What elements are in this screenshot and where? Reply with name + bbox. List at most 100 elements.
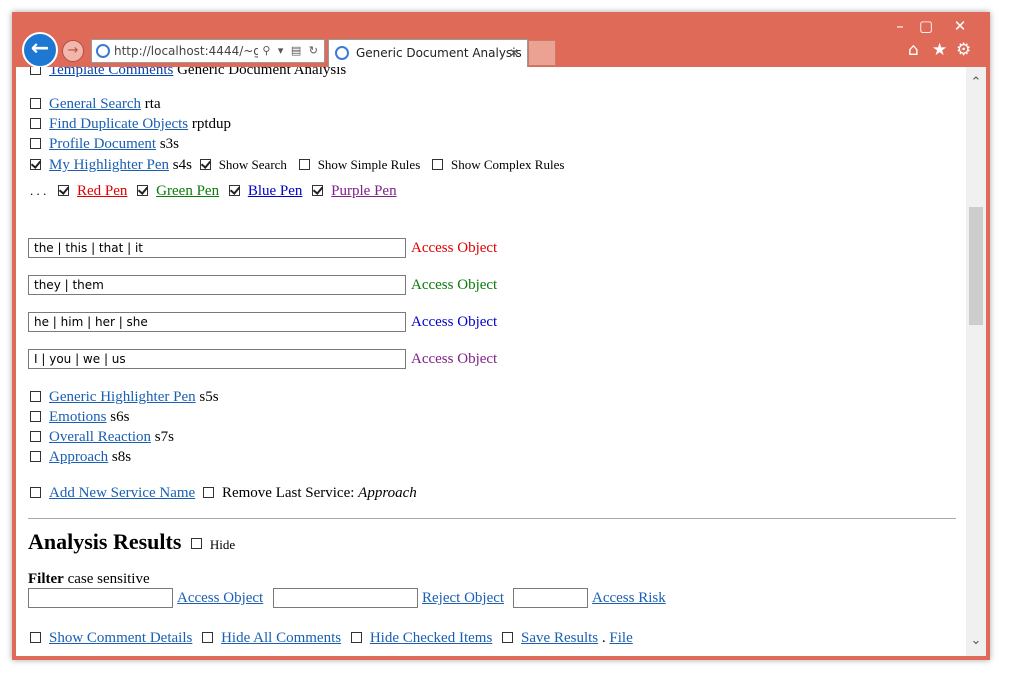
highlighter-link[interactable]: My Highlighter Pen <box>49 157 169 173</box>
highlighter-checkbox[interactable] <box>30 159 41 170</box>
green-pen-rule-input[interactable]: they | them <box>28 275 406 295</box>
add-service-checkbox[interactable] <box>30 487 41 498</box>
service-checkbox[interactable] <box>30 118 41 129</box>
remove-last-service-target: Approach <box>358 485 417 501</box>
service-row-emotions: Emotions s6s <box>30 407 129 427</box>
filter-label-row: Filter case sensitive <box>28 569 150 589</box>
forward-button[interactable]: → <box>62 40 84 62</box>
green-access-object-label: Access Object <box>411 277 498 293</box>
service-checkbox[interactable] <box>30 451 41 462</box>
close-window-button[interactable]: ✕ <box>946 16 974 36</box>
maximize-button[interactable]: ▢ <box>912 16 940 36</box>
section-divider <box>28 518 956 519</box>
service-checkbox[interactable] <box>30 431 41 442</box>
access-risk-filter-link[interactable]: Access Risk <box>592 588 666 608</box>
show-search-checkbox[interactable] <box>199 159 211 170</box>
show-simple-rules-checkbox[interactable] <box>298 159 310 170</box>
new-tab-button[interactable] <box>528 40 556 66</box>
results-actions-row: Show Comment Details Hide All Comments H… <box>30 628 633 648</box>
show-comment-details-link[interactable]: Show Comment Details <box>49 630 192 646</box>
service-row-find-duplicate-objects: Find Duplicate Objects rptdup <box>30 114 231 134</box>
service-link[interactable]: Overall Reaction <box>49 429 151 445</box>
access-risk-filter-input[interactable] <box>513 588 588 608</box>
analysis-results-heading: Analysis Results Hide <box>28 528 235 559</box>
ie-logo-icon <box>96 44 110 58</box>
scroll-up-icon[interactable]: ⌃ <box>966 75 986 90</box>
purple-pen-rule-input[interactable]: I | you | we | us <box>28 349 406 369</box>
reject-object-filter-link[interactable]: Reject Object <box>422 588 504 608</box>
vertical-scrollbar[interactable]: ⌃ ⌄ <box>966 67 986 656</box>
reject-object-filter-input[interactable] <box>273 588 418 608</box>
red-pen-rule-input[interactable]: the | this | that | it <box>28 238 406 258</box>
red-pen-link[interactable]: Red Pen <box>77 183 127 199</box>
purple-pen-link[interactable]: Purple Pen <box>331 183 396 199</box>
purple-pen-checkbox[interactable] <box>312 185 324 196</box>
browser-window: – ▢ ✕ ← → http://localhost:4444/~gd ⚲ ▾ … <box>12 12 990 660</box>
service-checkbox[interactable] <box>30 411 41 422</box>
blue-pen-checkbox[interactable] <box>228 185 240 196</box>
show-comment-details-checkbox[interactable] <box>30 632 41 643</box>
save-results-link[interactable]: Save Results <box>521 630 598 646</box>
hide-checked-items-link[interactable]: Hide Checked Items <box>370 630 492 646</box>
red-pen-checkbox[interactable] <box>58 185 69 196</box>
service-code: s3s <box>159 136 179 152</box>
service-checkbox[interactable] <box>30 98 41 109</box>
hide-checked-items-checkbox[interactable] <box>350 632 362 643</box>
tab-close-icon[interactable]: ✕ <box>509 40 519 66</box>
favorites-star-icon[interactable]: ★ <box>932 40 947 60</box>
show-complex-rules-checkbox[interactable] <box>432 159 444 170</box>
service-row-general-search: General Search rta <box>30 94 161 114</box>
save-results-checkbox[interactable] <box>502 632 514 643</box>
service-link[interactable]: Generic Highlighter Pen <box>49 389 196 405</box>
home-icon[interactable]: ⌂ <box>908 40 919 60</box>
service-link[interactable]: General Search <box>49 96 141 112</box>
service-checkbox[interactable] <box>30 138 41 149</box>
blue-access-object-label: Access Object <box>411 314 498 330</box>
service-link[interactable]: Profile Document <box>49 136 156 152</box>
highlighter-code: s4s <box>172 157 192 173</box>
show-search-label: Show Search <box>218 157 287 172</box>
service-row-approach: Approach s8s <box>30 447 131 467</box>
service-code: s5s <box>199 389 219 405</box>
blue-pen-link[interactable]: Blue Pen <box>248 183 303 199</box>
scrollbar-thumb[interactable] <box>969 207 983 325</box>
service-row-my-highlighter-pen: My Highlighter Pen s4s Show Search Show … <box>30 155 564 175</box>
settings-gear-icon[interactable]: ⚙ <box>956 40 971 60</box>
access-object-filter-link[interactable]: Access Object <box>177 588 263 608</box>
minimize-button[interactable]: – <box>886 16 914 36</box>
service-row-profile-document: Profile Document s3s <box>30 134 179 154</box>
service-link[interactable]: Find Duplicate Objects <box>49 116 188 132</box>
green-pen-link[interactable]: Green Pen <box>156 183 219 199</box>
service-row-template-comments: Template Comments Generic Document Analy… <box>30 67 346 80</box>
address-bar[interactable]: http://localhost:4444/~gd ⚲ ▾ ▤ ↻ <box>91 39 325 63</box>
back-button[interactable]: ← <box>22 32 58 68</box>
remove-last-service-label: Remove Last Service: <box>221 485 355 501</box>
address-url[interactable]: http://localhost:4444/~gd <box>114 40 258 62</box>
add-new-service-link[interactable]: Add New Service Name <box>49 485 195 501</box>
service-link[interactable]: Template Comments <box>49 67 173 78</box>
address-tools-icon[interactable]: ⚲ ▾ ▤ ↻ <box>262 40 320 62</box>
scroll-down-icon[interactable]: ⌄ <box>966 633 986 648</box>
hide-results-checkbox[interactable] <box>190 538 202 549</box>
service-code: s8s <box>111 449 132 465</box>
file-link[interactable]: File <box>609 630 632 646</box>
filter-note: case sensitive <box>67 571 150 587</box>
remove-service-checkbox[interactable] <box>202 487 214 498</box>
hide-all-comments-link[interactable]: Hide All Comments <box>221 630 341 646</box>
green-pen-checkbox[interactable] <box>137 185 149 196</box>
service-link[interactable]: Emotions <box>49 409 107 425</box>
access-object-filter-input[interactable] <box>28 588 173 608</box>
service-checkbox[interactable] <box>30 391 41 402</box>
tab-title: Generic Document Analysis <box>356 46 522 60</box>
red-access-object-label: Access Object <box>411 240 498 256</box>
service-code: rptdup <box>191 116 232 132</box>
service-checkbox[interactable] <box>30 67 41 75</box>
service-actions-row: Add New Service Name Remove Last Service… <box>30 483 417 503</box>
page-content: Template Comments Generic Document Analy… <box>16 67 966 656</box>
tab-generic-document-analysis[interactable]: Generic Document Analysis ✕ <box>328 39 528 67</box>
service-code: rta <box>144 96 161 112</box>
hide-all-comments-checkbox[interactable] <box>202 632 214 643</box>
blue-pen-rule-input[interactable]: he | him | her | she <box>28 312 406 332</box>
service-link[interactable]: Approach <box>49 449 108 465</box>
separator-dot: . <box>601 630 606 646</box>
